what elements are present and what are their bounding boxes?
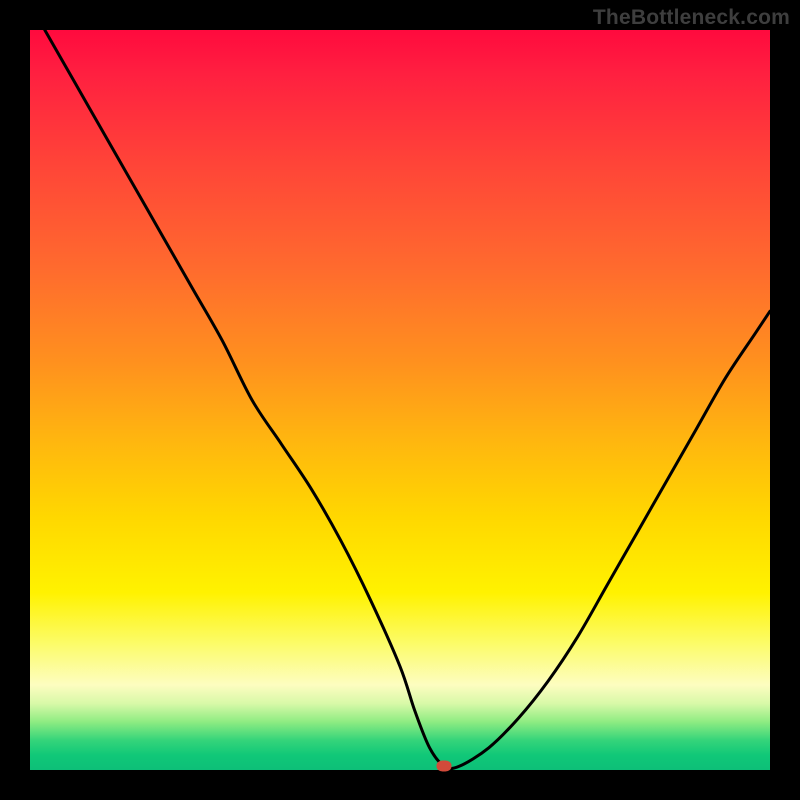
watermark-text: TheBottleneck.com	[593, 6, 790, 30]
plot-area	[30, 30, 770, 770]
minimum-marker	[437, 761, 452, 772]
bottleneck-curve	[45, 30, 770, 769]
curve-svg	[30, 30, 770, 770]
chart-frame: TheBottleneck.com	[0, 0, 800, 800]
